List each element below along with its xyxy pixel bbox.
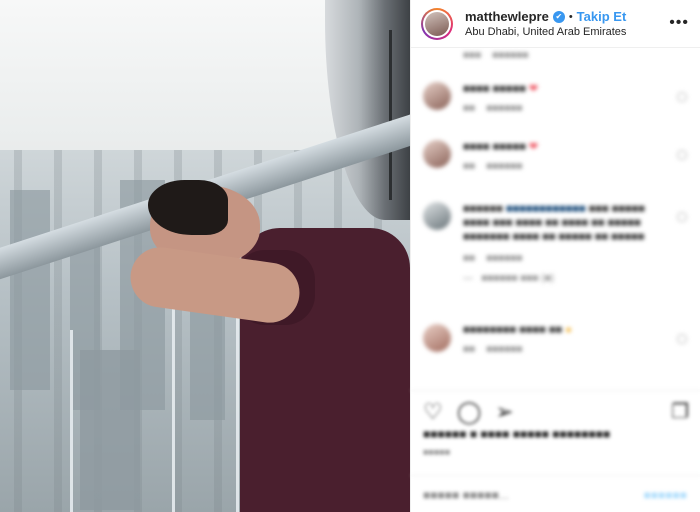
glass-post — [172, 300, 175, 512]
comments-list-blurred: ■■■ ■■■■■■ ■■■■ ■■■■■ ❤ ■■ ■■■■■■ ■■■■ ■… — [411, 48, 700, 388]
post-actions: ♡ ◯ ➢ ❐ ■■■■■■ ■ ■■■■ ■■■■■ ■■■■■■■■ ■■■… — [411, 390, 700, 512]
comment-item: ■■■■ ■■■■■ ❤ ■■ ■■■■■■ — [423, 82, 538, 114]
commenter-avatar — [423, 202, 451, 230]
comment-like-icon[interactable] — [677, 92, 687, 102]
comment-item: ■■■■■■ ■■■■■■■■■■■■ ■■■ ■■■■■ ■■■■ ■■■ ■… — [423, 202, 653, 286]
separator-dot: • — [568, 10, 573, 23]
comment-icon[interactable]: ◯ — [457, 399, 482, 425]
post-sidebar: matthewlepre ✔ • Takip Et Abu Dhabi, Uni… — [410, 0, 700, 512]
location-link[interactable]: Abu Dhabi, United Arab Emirates — [465, 26, 626, 38]
comment-like-icon[interactable] — [677, 212, 687, 222]
follow-button[interactable]: Takip Et — [577, 9, 627, 24]
comment-like-icon[interactable] — [677, 334, 687, 344]
bookmark-icon[interactable]: ❐ — [671, 399, 689, 424]
post-comment-button[interactable]: ■■■■■■ — [644, 488, 688, 502]
comment-item: ■■■■■■■■ ■■■■ ■■ ● ■■ ■■■■■■ — [423, 324, 572, 355]
header-text: matthewlepre ✔ • Takip Et Abu Dhabi, Uni… — [465, 9, 626, 38]
avatar[interactable] — [421, 7, 453, 40]
heart-icon[interactable]: ♡ — [423, 399, 443, 425]
glass-post — [70, 330, 73, 512]
likes-text[interactable]: ■■■■■■ ■ ■■■■ ■■■■■ ■■■■■■■■ — [423, 427, 610, 441]
comment-item: ■■■■ ■■■■■ ❤ ■■ ■■■■■■ — [423, 140, 538, 172]
post-date: ■■■■■ — [423, 447, 451, 457]
comment-input[interactable]: ■■■■■ ■■■■■... — [423, 488, 509, 502]
comment-meta: ■■■ ■■■■■■ — [463, 50, 529, 61]
add-comment-bar: ■■■■■ ■■■■■... ■■■■■■ — [411, 475, 700, 512]
post-header: matthewlepre ✔ • Takip Et Abu Dhabi, Uni… — [411, 0, 700, 48]
share-icon[interactable]: ➢ — [495, 399, 513, 425]
more-options-icon[interactable]: ••• — [669, 14, 689, 32]
username-link[interactable]: matthewlepre — [465, 9, 549, 24]
post-photo[interactable] — [0, 0, 410, 512]
comment-like-icon[interactable] — [677, 150, 687, 160]
verified-badge-icon: ✔ — [552, 10, 565, 23]
commenter-avatar — [423, 140, 451, 168]
commenter-avatar — [423, 324, 451, 352]
commenter-avatar — [423, 82, 451, 110]
instagram-post: matthewlepre ✔ • Takip Et Abu Dhabi, Uni… — [0, 0, 700, 512]
